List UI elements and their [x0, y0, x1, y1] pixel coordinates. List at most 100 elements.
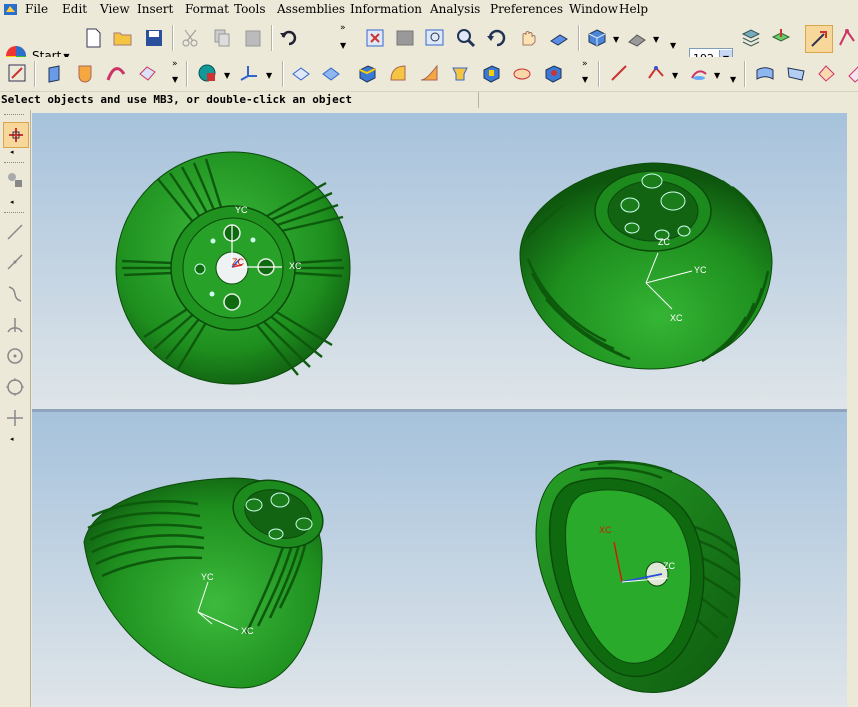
dropdown-arrow-icon[interactable]: ◂ [10, 198, 14, 206]
dropdown-arrow-icon[interactable]: ◂ [10, 148, 14, 156]
zoom-button[interactable] [453, 25, 479, 51]
fit-view-icon [366, 29, 384, 47]
vertical-scrollbar[interactable] [848, 113, 858, 707]
arc-button[interactable] [3, 282, 27, 306]
chamfer-button[interactable] [447, 60, 473, 86]
open-button[interactable] [110, 25, 136, 51]
through-curves-icon [787, 67, 805, 81]
model-isometric-bottom[interactable] [519, 162, 773, 370]
dropdown-arrow-icon[interactable]: ▼ [172, 75, 178, 84]
spline-button[interactable] [644, 60, 670, 86]
extrude-button[interactable] [42, 60, 68, 86]
sweep-button[interactable] [103, 60, 129, 86]
boss-icon [513, 68, 531, 80]
nx-app-icon[interactable] [3, 2, 18, 17]
menu-file[interactable]: File [25, 2, 48, 16]
left-toolbar: ◂ ◂ ◂ [0, 110, 31, 707]
toolbar-overflow-icon[interactable]: » [582, 59, 588, 69]
menu-view[interactable]: View [100, 2, 130, 16]
dropdown-arrow-icon[interactable]: ▼ [714, 71, 720, 80]
block-button[interactable] [354, 60, 380, 86]
tangent-button[interactable] [3, 313, 27, 337]
menu-help[interactable]: Help [619, 2, 648, 16]
separator [744, 61, 746, 87]
select-mode-button[interactable] [805, 25, 833, 53]
boss-button[interactable] [509, 60, 535, 86]
model-top-view[interactable] [115, 151, 351, 385]
menu-tools[interactable]: Tools [234, 2, 266, 16]
menu-assemblies[interactable]: Assemblies [277, 2, 345, 16]
line-tool-button[interactable] [3, 220, 27, 244]
zoom-region-icon [425, 29, 444, 46]
copy-button[interactable] [209, 25, 235, 51]
line-button[interactable] [606, 60, 632, 86]
shell-button[interactable] [288, 60, 314, 86]
cut-button[interactable] [178, 25, 204, 51]
menu-preferences[interactable]: Preferences [490, 2, 563, 16]
dropdown-arrow-icon[interactable]: ▼ [613, 35, 619, 44]
menu-edit[interactable]: Edit [62, 2, 87, 16]
dropdown-arrow-icon[interactable]: ▼ [672, 71, 678, 80]
bounded-plane-button[interactable] [843, 60, 858, 86]
toolbar-overflow-icon[interactable]: » [172, 59, 178, 69]
zoom-window-button[interactable] [392, 25, 418, 51]
dropdown-arrow-icon[interactable]: ▼ [340, 41, 346, 50]
snap-point-button[interactable] [3, 122, 29, 148]
new-file-button[interactable] [80, 25, 106, 51]
dropdown-arrow-icon[interactable]: ▼ [670, 41, 676, 50]
dropdown-arrow-icon[interactable]: ▼ [730, 75, 736, 84]
datum-csys-button[interactable] [236, 60, 262, 86]
surface-button[interactable] [752, 60, 778, 86]
viewport-bottom[interactable]: YC XC XC ZC [32, 412, 847, 707]
graphics-window[interactable]: YC XC ZC ZC YC XC YC XC XC ZC [32, 113, 847, 707]
offset-face-button[interactable] [318, 60, 344, 86]
block-icon [359, 65, 376, 83]
through-curves-button[interactable] [783, 60, 809, 86]
rotate-button[interactable] [484, 25, 510, 51]
menu-window[interactable]: Window [569, 2, 618, 16]
revolve-button[interactable] [72, 60, 98, 86]
pan-button[interactable] [515, 25, 541, 51]
viewport-top[interactable]: YC XC ZC ZC YC XC [32, 113, 847, 409]
face-blend-button[interactable] [416, 60, 442, 86]
axis-label-yc: YC [694, 265, 707, 275]
layers-icon [741, 29, 761, 47]
standard-toolbar: Start▼ » ▼ ▼ ▼ ▼ 192▼ [0, 19, 858, 68]
sketch-button[interactable] [4, 60, 30, 86]
render-button[interactable] [546, 25, 572, 51]
snap-button[interactable] [834, 25, 858, 51]
curve-op-button[interactable] [686, 60, 712, 86]
datum-plane-button[interactable] [194, 60, 220, 86]
dropdown-arrow-icon[interactable]: ▼ [582, 75, 588, 84]
dropdown-arrow-icon[interactable]: ◂ [10, 435, 14, 443]
work-layer-button[interactable] [768, 25, 794, 51]
paste-button[interactable] [240, 25, 266, 51]
ruled-button[interactable] [813, 60, 839, 86]
circle-center-button[interactable] [3, 344, 27, 368]
assembly-button[interactable] [3, 168, 27, 192]
menu-information[interactable]: Information [350, 2, 422, 16]
layer-button[interactable] [738, 25, 764, 51]
tube-button[interactable] [134, 60, 160, 86]
undo-button[interactable] [276, 25, 302, 51]
menu-analysis[interactable]: Analysis [430, 2, 480, 16]
fit-button[interactable] [362, 25, 388, 51]
point-button[interactable] [3, 406, 27, 430]
zoom-region-button[interactable] [422, 25, 448, 51]
dropdown-arrow-icon[interactable]: ▼ [653, 35, 659, 44]
menu-insert[interactable]: Insert [137, 2, 173, 16]
toolbar-overflow-icon[interactable]: » [340, 23, 346, 33]
pocket-button[interactable] [540, 60, 566, 86]
hole-button[interactable] [478, 60, 504, 86]
model-inside-view[interactable] [535, 460, 741, 694]
line-points-button[interactable] [3, 250, 27, 274]
dropdown-arrow-icon[interactable]: ▼ [224, 71, 230, 80]
menu-format[interactable]: Format [185, 2, 229, 16]
dropdown-arrow-icon[interactable]: ▼ [266, 71, 272, 80]
circle-button[interactable] [3, 375, 27, 399]
orient-view-button[interactable] [584, 25, 610, 51]
display-mode-button[interactable] [624, 25, 650, 51]
edge-blend-button[interactable] [385, 60, 411, 86]
display-mode-icon [628, 34, 646, 47]
save-button[interactable] [141, 25, 167, 51]
